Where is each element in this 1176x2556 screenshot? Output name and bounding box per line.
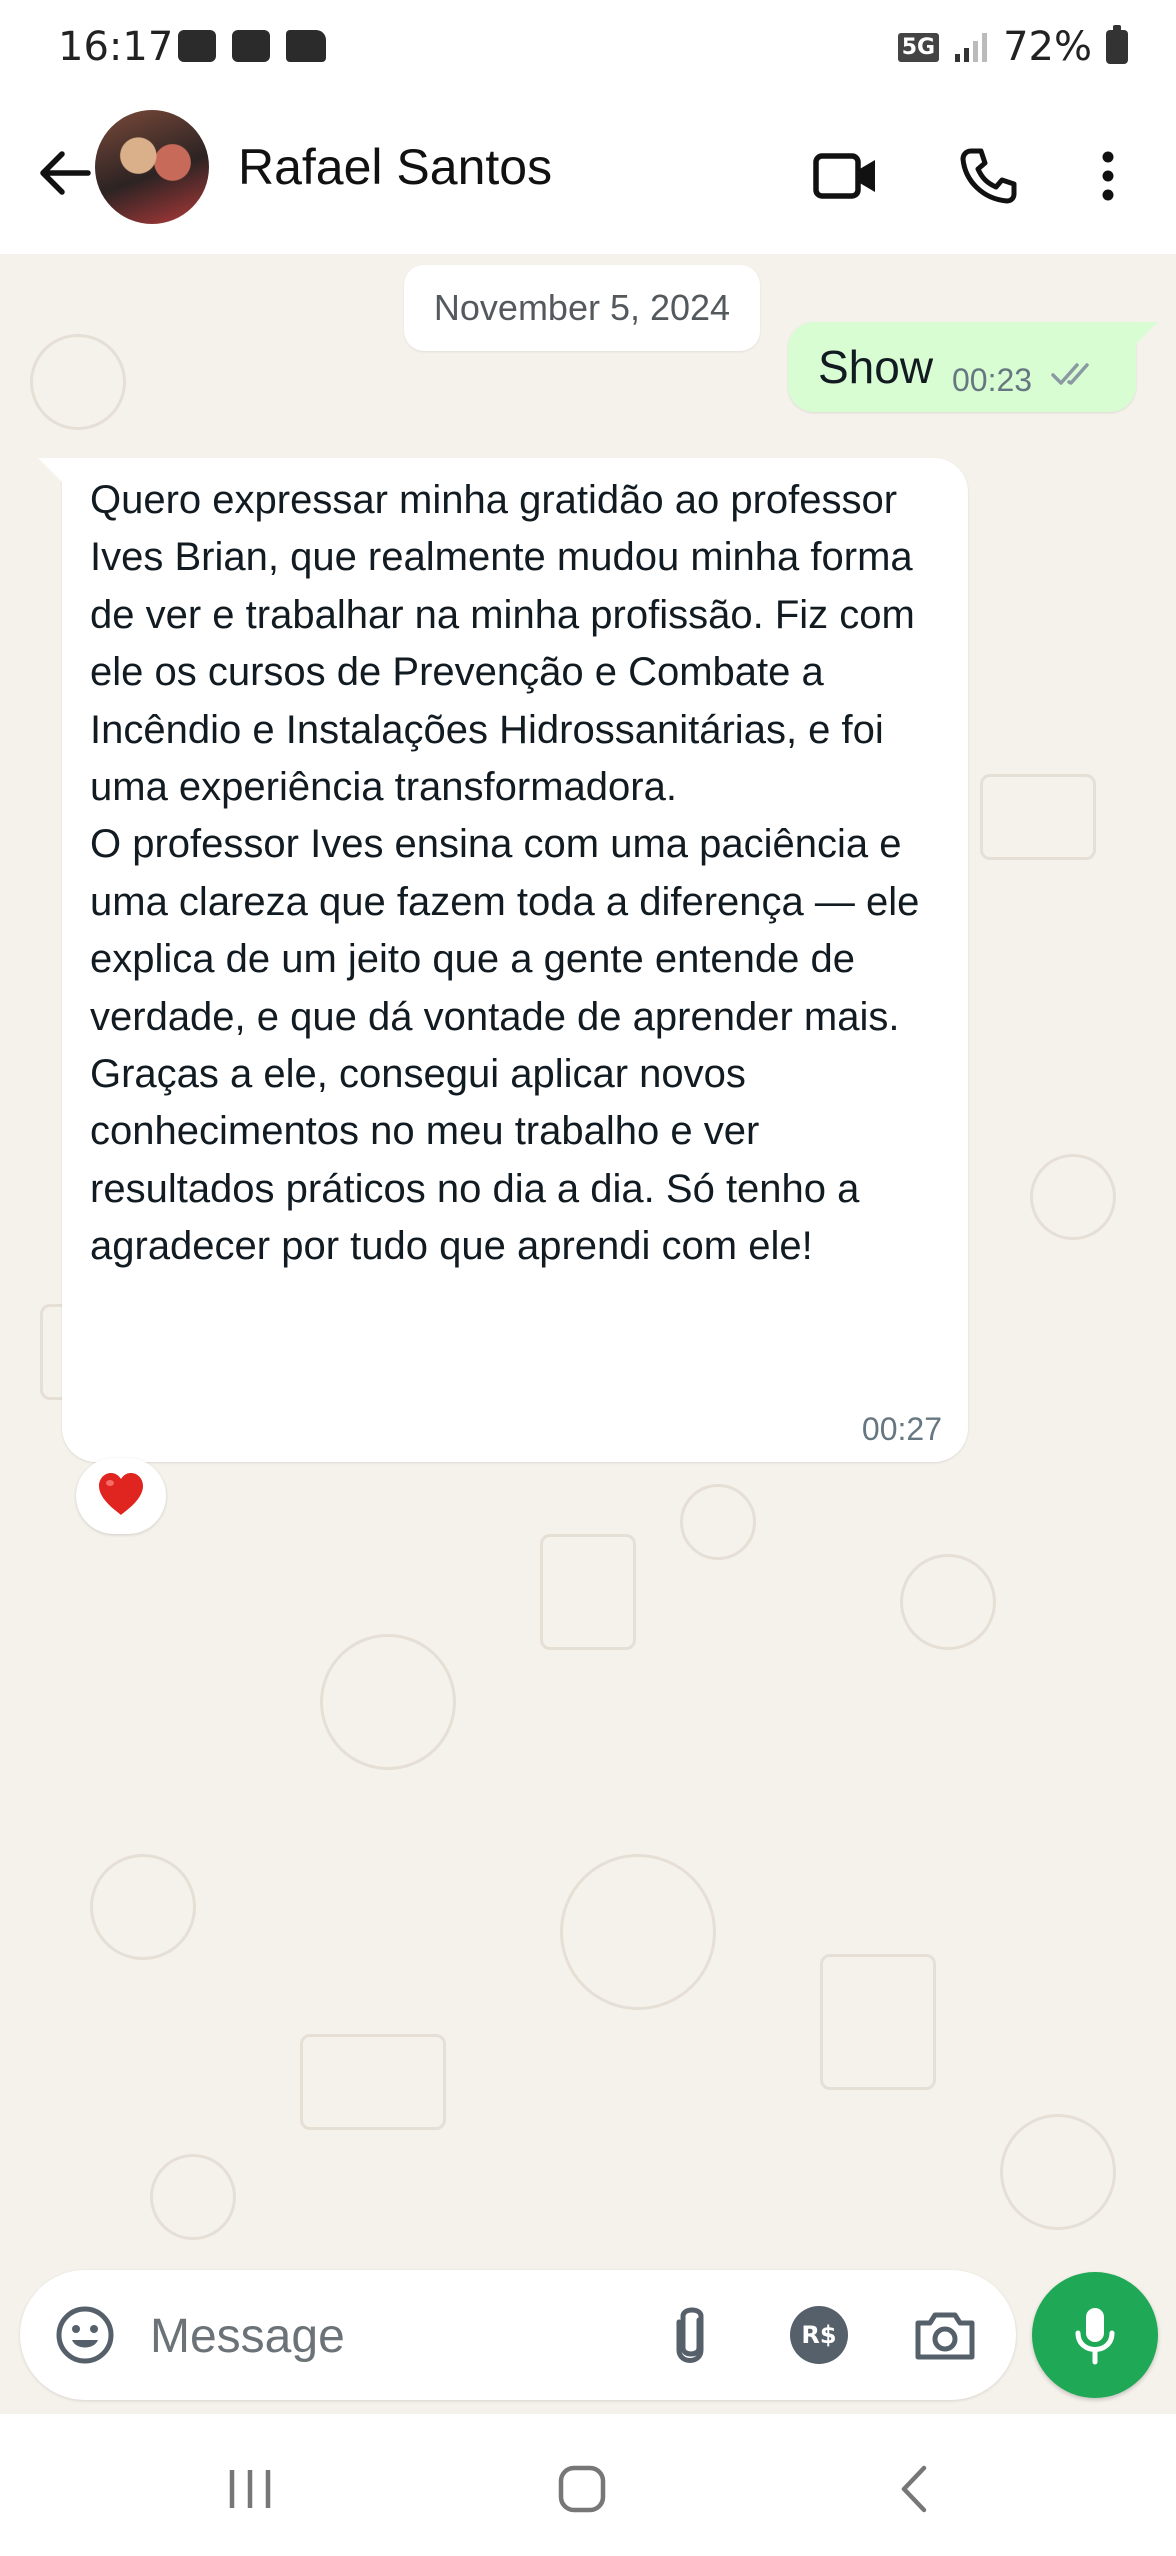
- chat-header: Rafael Santos: [0, 100, 1176, 255]
- status-bar: 16:17 5G 72%: [0, 0, 1176, 100]
- voicemail-icon: [178, 30, 216, 62]
- message-composer: R$: [20, 2270, 1016, 2400]
- more-vert-icon[interactable]: [1068, 136, 1148, 216]
- attach-icon[interactable]: [656, 2300, 726, 2370]
- signal-icon: [955, 33, 988, 62]
- payment-icon[interactable]: R$: [784, 2300, 854, 2370]
- contact-name[interactable]: Rafael Santos: [238, 138, 552, 196]
- outgoing-message-time: 00:23: [952, 362, 1033, 398]
- clock-icon: [232, 30, 270, 62]
- home-icon[interactable]: [532, 2454, 632, 2524]
- camera-icon[interactable]: [910, 2300, 980, 2370]
- folder-icon: [286, 30, 326, 62]
- back-arrow-icon[interactable]: [30, 138, 100, 208]
- payment-badge: R$: [790, 2306, 848, 2364]
- incoming-message-body: Quero expressar minha gratidão ao profes…: [90, 478, 920, 1269]
- mic-button[interactable]: [1032, 2272, 1158, 2398]
- incoming-message-time: 00:27: [861, 1411, 942, 1447]
- video-call-icon[interactable]: [806, 136, 886, 216]
- avatar[interactable]: [95, 110, 209, 224]
- message-input[interactable]: [148, 2296, 632, 2376]
- nav-back-icon[interactable]: [864, 2454, 964, 2524]
- system-nav-bar: [0, 2414, 1176, 2556]
- read-ticks-icon: [1051, 363, 1089, 385]
- date-chip: November 5, 2024: [404, 265, 760, 351]
- recents-icon[interactable]: [200, 2454, 300, 2524]
- status-notification-icons: [178, 30, 326, 62]
- outgoing-message[interactable]: Show 00:23: [788, 322, 1158, 412]
- reaction-badge[interactable]: [76, 1458, 166, 1534]
- mic-icon: [1075, 2308, 1115, 2365]
- emoji-icon[interactable]: [50, 2300, 120, 2370]
- incoming-message-text: Quero expressar minha gratidão ao profes…: [90, 472, 950, 1276]
- heart-reaction-icon: [96, 1471, 146, 1522]
- battery-percent: 72%: [1003, 24, 1092, 70]
- status-right: 5G 72%: [897, 24, 1128, 70]
- status-time: 16:17: [58, 24, 174, 70]
- incoming-message[interactable]: Quero expressar minha gratidão ao profes…: [38, 458, 968, 1462]
- phone-call-icon[interactable]: [948, 136, 1028, 216]
- outgoing-message-text: Show: [818, 341, 934, 393]
- battery-icon: [1106, 25, 1128, 64]
- network-label: 5G: [897, 32, 940, 62]
